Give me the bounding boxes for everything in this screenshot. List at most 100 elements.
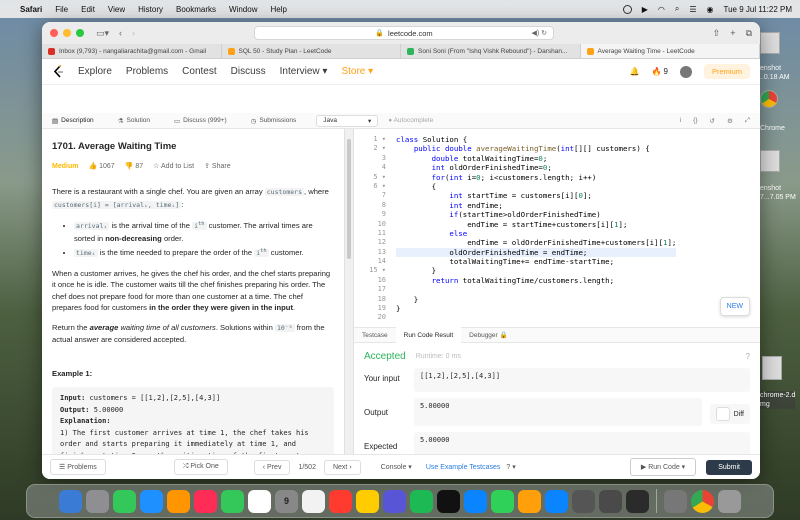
calendar-icon[interactable]: 9 (275, 489, 298, 513)
code-lines[interactable]: class Solution { public double averageWa… (396, 135, 677, 323)
browser-tab-average-waiting[interactable]: Average Waiting Time - LeetCode (580, 44, 760, 58)
premium-button[interactable]: Premium (703, 64, 750, 79)
zoom-window-button[interactable] (76, 29, 84, 37)
pick-one-button[interactable]: ⤮ Pick One (173, 459, 228, 475)
freeform-icon[interactable] (383, 489, 406, 513)
code-line[interactable]: totalWaitingTime+= endTime-startTime; (396, 257, 676, 266)
notification-bell-icon[interactable]: 🔔 (630, 67, 640, 76)
finder-icon[interactable] (59, 489, 82, 513)
code-line[interactable]: int startTime = customers[i][0]; (396, 191, 676, 200)
leetcode-logo-icon[interactable] (52, 64, 64, 79)
record-icon[interactable] (622, 4, 632, 14)
tv-icon[interactable] (437, 489, 460, 513)
messages-icon[interactable] (140, 489, 163, 513)
help-icon[interactable]: ? (746, 352, 750, 361)
code-line[interactable]: int endTime; (396, 201, 676, 210)
code-editor[interactable]: 1 ▾ 2 ▾ 3 4 5 ▾ 6 ▾ 7 8 9 10 11 12 13 14 15 … (354, 129, 760, 327)
preview-icon[interactable] (599, 489, 622, 513)
nav-explore[interactable]: Explore (78, 66, 112, 77)
problems-button[interactable]: ☰ Problems (50, 459, 106, 475)
submit-button[interactable]: Submit (706, 459, 752, 475)
chrome-icon[interactable] (760, 90, 778, 108)
code-line[interactable]: return totalWaitingTime/customers.length… (396, 276, 676, 285)
code-line[interactable]: endTime = oldOrderFinishedTime+customers… (396, 238, 676, 247)
desktop-screenshot-thumb[interactable] (760, 32, 780, 54)
run-code-button[interactable]: ▶ Run Code ▾ (629, 458, 697, 476)
share-button[interactable]: ⇪ Share (204, 161, 231, 173)
menu-file[interactable]: File (55, 5, 68, 14)
code-line[interactable]: class Solution { (396, 135, 676, 144)
tab-testcase[interactable]: Testcase (354, 327, 396, 343)
use-example-testcases-link[interactable]: Use Example Testcases (426, 464, 501, 471)
desktop-item-dmg[interactable]: chrome-2.d mg (760, 391, 796, 409)
autocomplete-toggle[interactable]: ● Autocomplete (388, 117, 433, 124)
menu-window[interactable]: Window (229, 5, 257, 14)
code-line[interactable] (396, 285, 676, 294)
scrollbar-thumb[interactable] (347, 139, 351, 259)
nav-interview[interactable]: Interview ▾ (280, 66, 328, 77)
info-icon[interactable]: i (680, 117, 681, 125)
browser-tab-soni[interactable]: Soni Soni (From "Ishq Vishk Rebound") - … (401, 44, 581, 58)
photos-icon[interactable] (221, 489, 244, 513)
next-button[interactable]: Next › (323, 459, 361, 475)
trash-icon[interactable] (718, 489, 741, 513)
avatar[interactable] (679, 65, 692, 78)
forward-icon[interactable]: › (132, 28, 135, 38)
contacts-icon[interactable] (302, 489, 325, 513)
code-line[interactable]: int oldOrderFinishedTime=0; (396, 163, 676, 172)
diff-checkbox[interactable] (715, 407, 730, 421)
prev-button[interactable]: ‹ Prev (253, 459, 291, 475)
tab-discuss[interactable]: ▭ Discuss (999+) (164, 113, 241, 129)
search-icon[interactable]: ⌕ (675, 4, 679, 14)
tab-submissions[interactable]: ◷ Submissions (241, 113, 311, 129)
browser-tab-gmail[interactable]: Inbox (9,793) - nangaliarachita@gmail.co… (42, 44, 222, 58)
code-line[interactable]: oldOrderFinishedTime = endTime; (396, 247, 677, 258)
wifi-icon[interactable]: ◠ (658, 5, 665, 14)
back-icon[interactable]: ‹ (119, 28, 122, 38)
menu-edit[interactable]: Edit (81, 5, 95, 14)
settings-gear-icon[interactable]: ⚙ (727, 117, 733, 125)
menu-app[interactable]: Safari (20, 5, 42, 14)
diff-toggle[interactable]: Diff (709, 404, 750, 424)
tab-description[interactable]: ▤ Description (42, 113, 108, 129)
menu-history[interactable]: History (138, 5, 163, 14)
facetime-icon[interactable] (248, 489, 271, 513)
help-icon[interactable]: ? ▾ (506, 463, 515, 471)
desktop-item-chrome[interactable]: Chrome (760, 124, 785, 133)
tab-run-code-result[interactable]: Run Code Result (395, 327, 462, 343)
console-toggle[interactable]: Console ▾ (381, 463, 412, 471)
reminders-icon[interactable] (329, 489, 352, 513)
sidebar-toggle-icon[interactable]: ▭▾ (96, 28, 109, 39)
new-badge-button[interactable]: NEW (719, 297, 750, 316)
language-select[interactable]: Java ▾ (316, 114, 379, 127)
chess-icon[interactable] (664, 489, 687, 513)
new-tab-icon[interactable]: + (730, 28, 735, 39)
braces-icon[interactable]: {} (693, 117, 697, 125)
code-line[interactable]: public double averageWaitingTime(int[][]… (396, 144, 676, 153)
siri-icon[interactable]: ◉ (707, 5, 714, 14)
play-icon[interactable]: ▶ (642, 5, 648, 14)
pane-resize-handle[interactable] (344, 129, 354, 454)
app-store-icon[interactable] (545, 489, 568, 513)
reset-icon[interactable]: ↺ (710, 117, 715, 125)
like-button[interactable]: 👍 1067 (88, 161, 114, 173)
code-line[interactable]: } (396, 266, 676, 275)
nav-discuss[interactable]: Discuss (231, 66, 266, 77)
keynote-icon[interactable] (464, 489, 487, 513)
dislike-button[interactable]: 👎 87 (125, 161, 143, 173)
tab-debugger[interactable]: Debugger 🔒 (461, 327, 515, 343)
code-line[interactable]: endTime = startTime+customers[i][1]; (396, 220, 676, 229)
safari-icon[interactable] (113, 489, 136, 513)
system-settings-icon[interactable] (572, 489, 595, 513)
reload-icon[interactable]: ◀) ↻ (531, 29, 547, 37)
share-icon[interactable]: ⇧ (713, 28, 721, 39)
menu-help[interactable]: Help (270, 5, 286, 14)
add-to-list-button[interactable]: ☆ Add to List (153, 161, 194, 173)
code-line[interactable]: for(int i=0; i<customers.length; i++) (396, 173, 676, 182)
chrome-icon[interactable] (691, 489, 714, 513)
minimize-window-button[interactable] (63, 29, 71, 37)
code-line[interactable]: else (396, 229, 676, 238)
code-line[interactable]: } (396, 304, 676, 313)
fullscreen-icon[interactable]: ⤢ (745, 117, 750, 125)
menu-bookmarks[interactable]: Bookmarks (176, 5, 216, 14)
